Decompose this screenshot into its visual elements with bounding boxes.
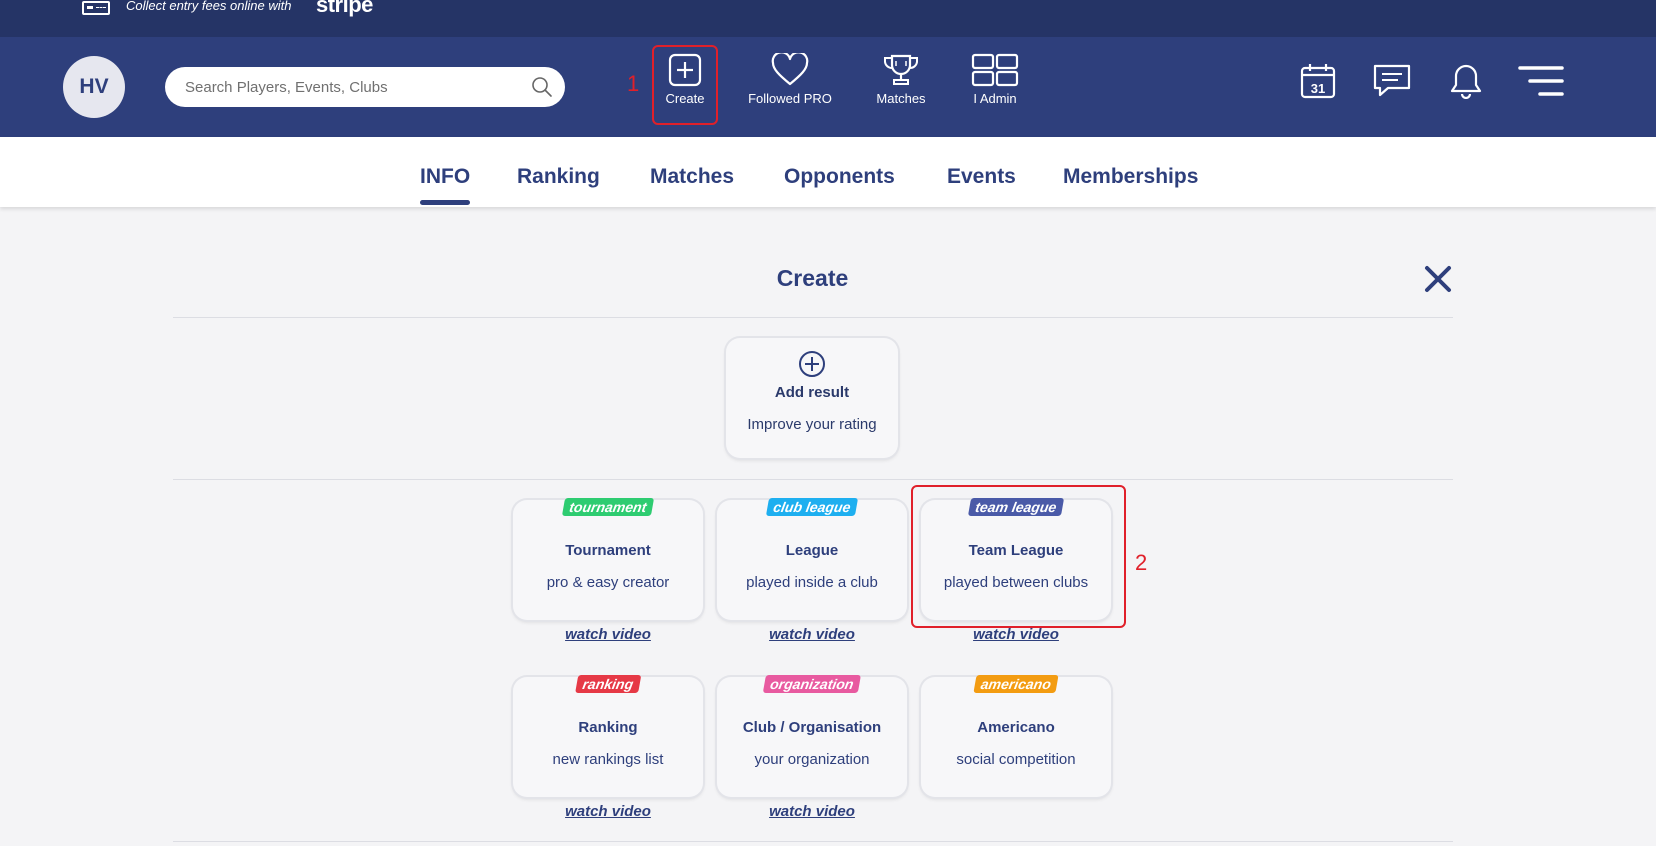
- add-result-tile[interactable]: Add result Improve your rating: [726, 338, 898, 458]
- add-result-desc: Improve your rating: [747, 416, 877, 433]
- tile-desc: pro & easy creator: [546, 574, 670, 591]
- tab-ranking[interactable]: Ranking: [517, 165, 600, 189]
- top-header: HV 1 Create Followed PRO: [0, 37, 1656, 137]
- avatar[interactable]: HV: [63, 56, 125, 118]
- followed-pro-label: Followed PRO: [748, 91, 832, 106]
- followed-pro-button[interactable]: Followed PRO: [740, 53, 840, 119]
- add-result-name: Add result: [774, 384, 850, 401]
- stripe-logo: stripe: [316, 0, 373, 17]
- trophy-icon: [884, 54, 918, 85]
- chat-icon[interactable]: [1372, 63, 1412, 99]
- tile-desc: played inside a club: [746, 574, 878, 591]
- club-league-tag: club league: [765, 498, 859, 516]
- promo-banner[interactable]: Collect entry fees online with stripe: [0, 0, 1656, 37]
- watch-video-link[interactable]: watch video: [717, 803, 907, 820]
- step-marker-2: 2: [1135, 550, 1148, 575]
- tab-opponents[interactable]: Opponents: [784, 165, 895, 189]
- matches-label: Matches: [876, 91, 926, 106]
- heart-icon: [771, 53, 809, 86]
- organization-tile[interactable]: organization Club / Organisation your or…: [717, 675, 907, 797]
- tile-name: League: [785, 542, 839, 559]
- create-label: Create: [665, 91, 705, 106]
- divider: [173, 841, 1453, 842]
- step-marker-1: 1: [627, 71, 640, 96]
- tab-bar: INFO Ranking Matches Opponents Events Me…: [0, 137, 1656, 207]
- league-tile[interactable]: club league League played inside a club: [717, 498, 907, 620]
- tab-memberships[interactable]: Memberships: [1063, 165, 1198, 189]
- tournament-tile[interactable]: tournament Tournament pro & easy creator: [513, 498, 703, 620]
- americano-tile[interactable]: americano Americano social competition: [921, 675, 1111, 797]
- watch-video-link[interactable]: watch video: [921, 626, 1111, 643]
- tile-desc: new rankings list: [552, 751, 664, 768]
- admin-label: I Admin: [973, 91, 1017, 106]
- watch-video-link[interactable]: watch video: [717, 626, 907, 643]
- watch-video-link[interactable]: watch video: [513, 803, 703, 820]
- ranking-tile[interactable]: ranking Ranking new rankings list: [513, 675, 703, 797]
- admin-button[interactable]: I Admin: [955, 53, 1035, 119]
- create-title: Create: [776, 265, 849, 291]
- calendar-day: 31: [1311, 81, 1325, 96]
- tile-name: Club / Organisation: [742, 719, 882, 736]
- watch-video-link[interactable]: watch video: [513, 626, 703, 643]
- calendar-icon[interactable]: 31: [1300, 63, 1336, 99]
- ranking-tag: ranking: [575, 675, 641, 693]
- tournament-tag: tournament: [561, 498, 655, 516]
- plus-square-icon: [668, 53, 702, 87]
- search-bar: [165, 67, 565, 107]
- tab-matches[interactable]: Matches: [650, 165, 734, 189]
- promo-text: Collect entry fees online with: [126, 0, 292, 13]
- tab-events[interactable]: Events: [947, 165, 1016, 189]
- bell-icon[interactable]: [1450, 63, 1482, 99]
- organization-tag: organization: [762, 675, 862, 693]
- search-icon[interactable]: [531, 76, 553, 98]
- close-icon[interactable]: [1424, 265, 1452, 293]
- tile-name: Americano: [977, 719, 1055, 736]
- credit-card-icon: [82, 1, 110, 15]
- search-input[interactable]: [185, 67, 515, 107]
- tab-info[interactable]: INFO: [420, 165, 471, 205]
- highlight-box: [911, 485, 1126, 628]
- tile-desc: your organization: [754, 751, 870, 768]
- tile-desc: social competition: [956, 751, 1076, 768]
- americano-tag: americano: [973, 675, 1059, 693]
- create-button[interactable]: Create: [652, 45, 718, 125]
- tile-name: Tournament: [565, 542, 651, 559]
- grid-icon: [971, 53, 1019, 87]
- plus-circle-icon: [799, 351, 825, 377]
- matches-button[interactable]: Matches: [866, 53, 936, 119]
- menu-icon[interactable]: [1518, 65, 1564, 99]
- divider: [173, 317, 1453, 318]
- tile-name: Ranking: [578, 719, 638, 736]
- divider: [173, 479, 1453, 480]
